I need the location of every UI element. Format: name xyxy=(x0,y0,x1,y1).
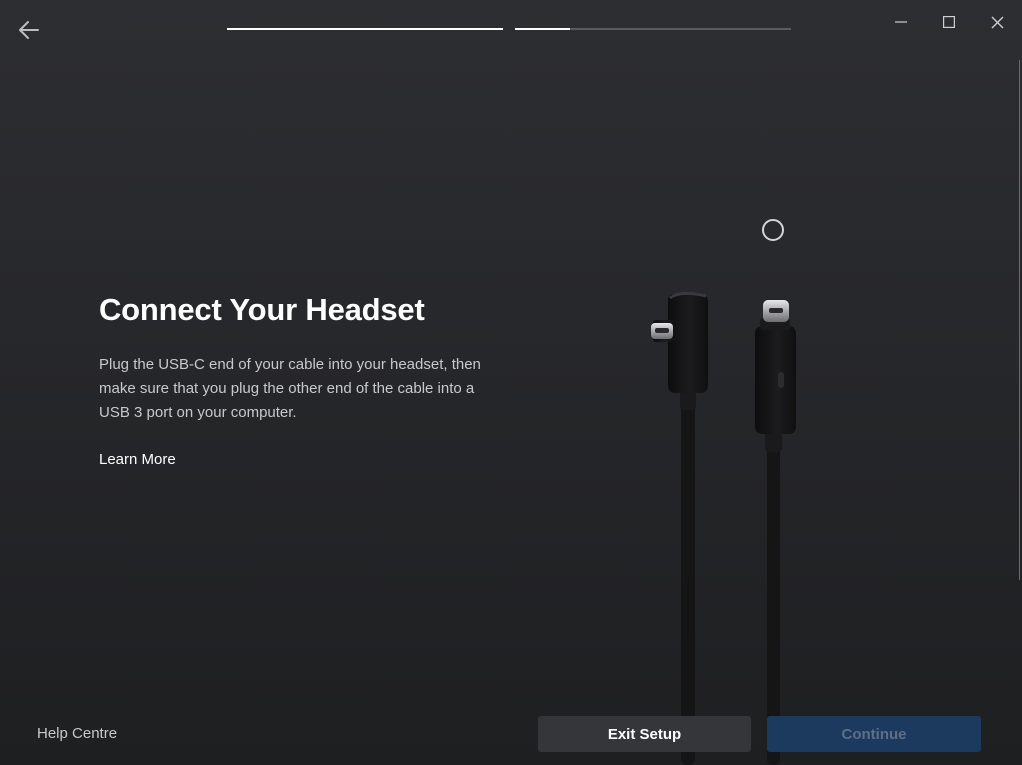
progress-step-1 xyxy=(227,28,503,30)
progress-step-1-fill xyxy=(227,28,503,30)
minimize-button[interactable] xyxy=(885,8,917,36)
window-edge xyxy=(1019,60,1020,580)
back-button[interactable] xyxy=(14,16,44,44)
learn-more-link[interactable]: Learn More xyxy=(99,451,176,468)
instructions-text: Plug the USB-C end of your cable into yo… xyxy=(99,356,481,421)
close-icon xyxy=(991,16,1003,28)
close-window-button[interactable] xyxy=(981,8,1013,36)
progress-step-2 xyxy=(515,28,791,30)
page-title: Connect Your Headset xyxy=(99,292,425,327)
help-centre-link[interactable]: Help Centre xyxy=(37,725,117,742)
arrow-left-icon xyxy=(19,21,39,39)
usb-c-cable-illustration xyxy=(651,219,796,765)
continue-button[interactable]: Continue xyxy=(767,716,981,752)
progress-step-2-fill xyxy=(515,28,571,30)
exit-setup-button[interactable]: Exit Setup xyxy=(538,716,751,752)
loading-spinner-icon xyxy=(762,219,784,241)
maximize-icon xyxy=(943,16,955,28)
minimize-icon xyxy=(895,21,907,23)
maximize-button[interactable] xyxy=(933,8,965,36)
